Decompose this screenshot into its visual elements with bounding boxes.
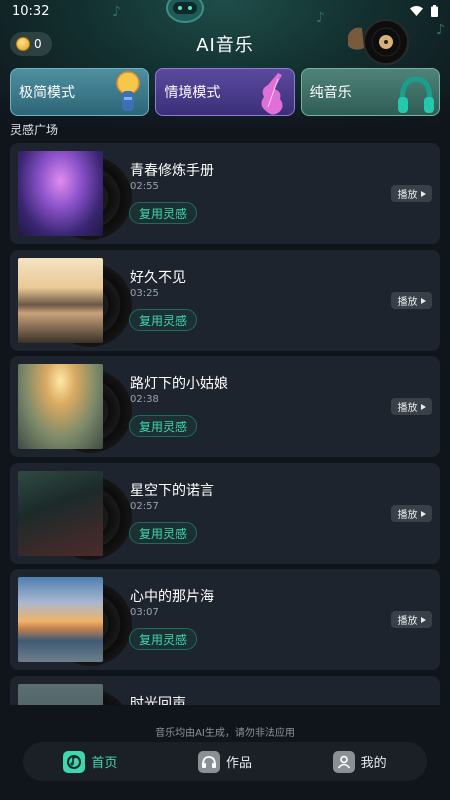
status-bar: 10:32 — [0, 0, 450, 22]
play-icon — [420, 616, 426, 623]
song-card[interactable]: 路灯下的小姑娘 02:38 复用灵感 播放 — [10, 356, 440, 457]
play-label: 播放 — [397, 190, 418, 201]
tab-mine[interactable]: 我的 — [332, 750, 387, 773]
album-cover — [18, 258, 103, 343]
status-icons — [410, 5, 438, 17]
headphones-icon — [197, 750, 220, 773]
song-duration: 03:25 — [130, 288, 159, 299]
reuse-inspiration-button[interactable]: 复用灵感 — [129, 522, 197, 544]
disclaimer-text: 音乐均由AI生成，请勿非法应用 — [155, 728, 295, 739]
song-duration: 02:55 — [130, 181, 159, 192]
song-card[interactable]: 心中的那片海 03:07 复用灵感 播放 — [10, 569, 440, 670]
battery-icon — [431, 5, 438, 17]
song-card[interactable]: 时光回声 — [10, 676, 440, 705]
reuse-inspiration-button[interactable]: 复用灵感 — [129, 628, 197, 650]
album-cover — [18, 471, 103, 556]
reuse-inspiration-button[interactable]: 复用灵感 — [129, 202, 197, 224]
tab-works[interactable]: 作品 — [197, 750, 252, 773]
album-cover — [18, 151, 103, 236]
album-cover — [18, 577, 103, 662]
play-button[interactable]: 播放 — [391, 292, 432, 309]
wifi-icon — [410, 6, 423, 16]
play-icon — [420, 510, 426, 517]
song-title: 心中的那片海 — [130, 589, 214, 605]
song-title: 好久不见 — [130, 270, 186, 286]
tab-home[interactable]: 首页 — [63, 750, 118, 773]
inspiration-list[interactable]: 青春修炼手册 02:55 复用灵感 播放 好久不见 03:25 复用灵感 播放 … — [10, 143, 440, 705]
bottom-area: 音乐均由AI生成，请勿非法应用 首页 作品 我的 — [0, 705, 450, 800]
mode-card-pure-music[interactable]: 纯音乐 — [300, 68, 440, 116]
mode-label: 情境模式 — [164, 85, 221, 101]
status-time: 10:32 — [12, 3, 50, 19]
play-label: 播放 — [397, 297, 418, 308]
bottom-tab-bar: 首页 作品 我的 — [23, 742, 427, 781]
play-button[interactable]: 播放 — [391, 611, 432, 628]
headphones-icon — [397, 76, 434, 113]
song-card[interactable]: 星空下的诺言 02:57 复用灵感 播放 — [10, 463, 440, 564]
violin-icon — [261, 73, 283, 115]
tab-label: 作品 — [225, 756, 252, 771]
play-label: 播放 — [397, 510, 418, 521]
mode-card-minimal[interactable]: 极简模式 — [10, 68, 150, 116]
mode-selector: 极简模式 情境模式 纯音乐 — [10, 68, 440, 116]
tab-label: 首页 — [91, 756, 118, 771]
play-button[interactable]: 播放 — [391, 185, 432, 202]
play-label: 播放 — [397, 403, 418, 414]
microphone-icon — [116, 71, 141, 111]
song-title: 青春修炼手册 — [130, 163, 214, 179]
album-cover — [18, 364, 103, 449]
play-icon — [420, 297, 426, 304]
reuse-inspiration-button[interactable]: 复用灵感 — [129, 415, 197, 437]
song-duration: 03:07 — [130, 607, 159, 618]
section-title: 灵感广场 — [10, 123, 59, 137]
song-duration: 02:57 — [130, 501, 159, 512]
mode-label: 极简模式 — [19, 85, 75, 101]
mode-card-scenario[interactable]: 情境模式 — [155, 68, 295, 116]
play-button[interactable]: 播放 — [391, 398, 432, 415]
play-label: 播放 — [397, 616, 418, 627]
play-button[interactable]: 播放 — [391, 505, 432, 522]
song-card[interactable]: 好久不见 03:25 复用灵感 播放 — [10, 250, 440, 351]
user-icon — [332, 750, 355, 773]
song-duration: 02:38 — [130, 394, 159, 405]
reuse-inspiration-button[interactable]: 复用灵感 — [129, 309, 197, 331]
page-title: AI音乐 — [196, 35, 254, 56]
song-title: 路灯下的小姑娘 — [130, 376, 228, 392]
play-icon — [420, 403, 426, 410]
play-icon — [420, 190, 426, 197]
music-note-icon — [63, 750, 86, 773]
song-title: 星空下的诺言 — [130, 483, 214, 499]
mode-label: 纯音乐 — [309, 85, 352, 101]
song-card[interactable]: 青春修炼手册 02:55 复用灵感 播放 — [10, 143, 440, 244]
song-title: 时光回声 — [130, 696, 186, 705]
album-cover — [18, 684, 103, 705]
tab-label: 我的 — [360, 756, 387, 771]
